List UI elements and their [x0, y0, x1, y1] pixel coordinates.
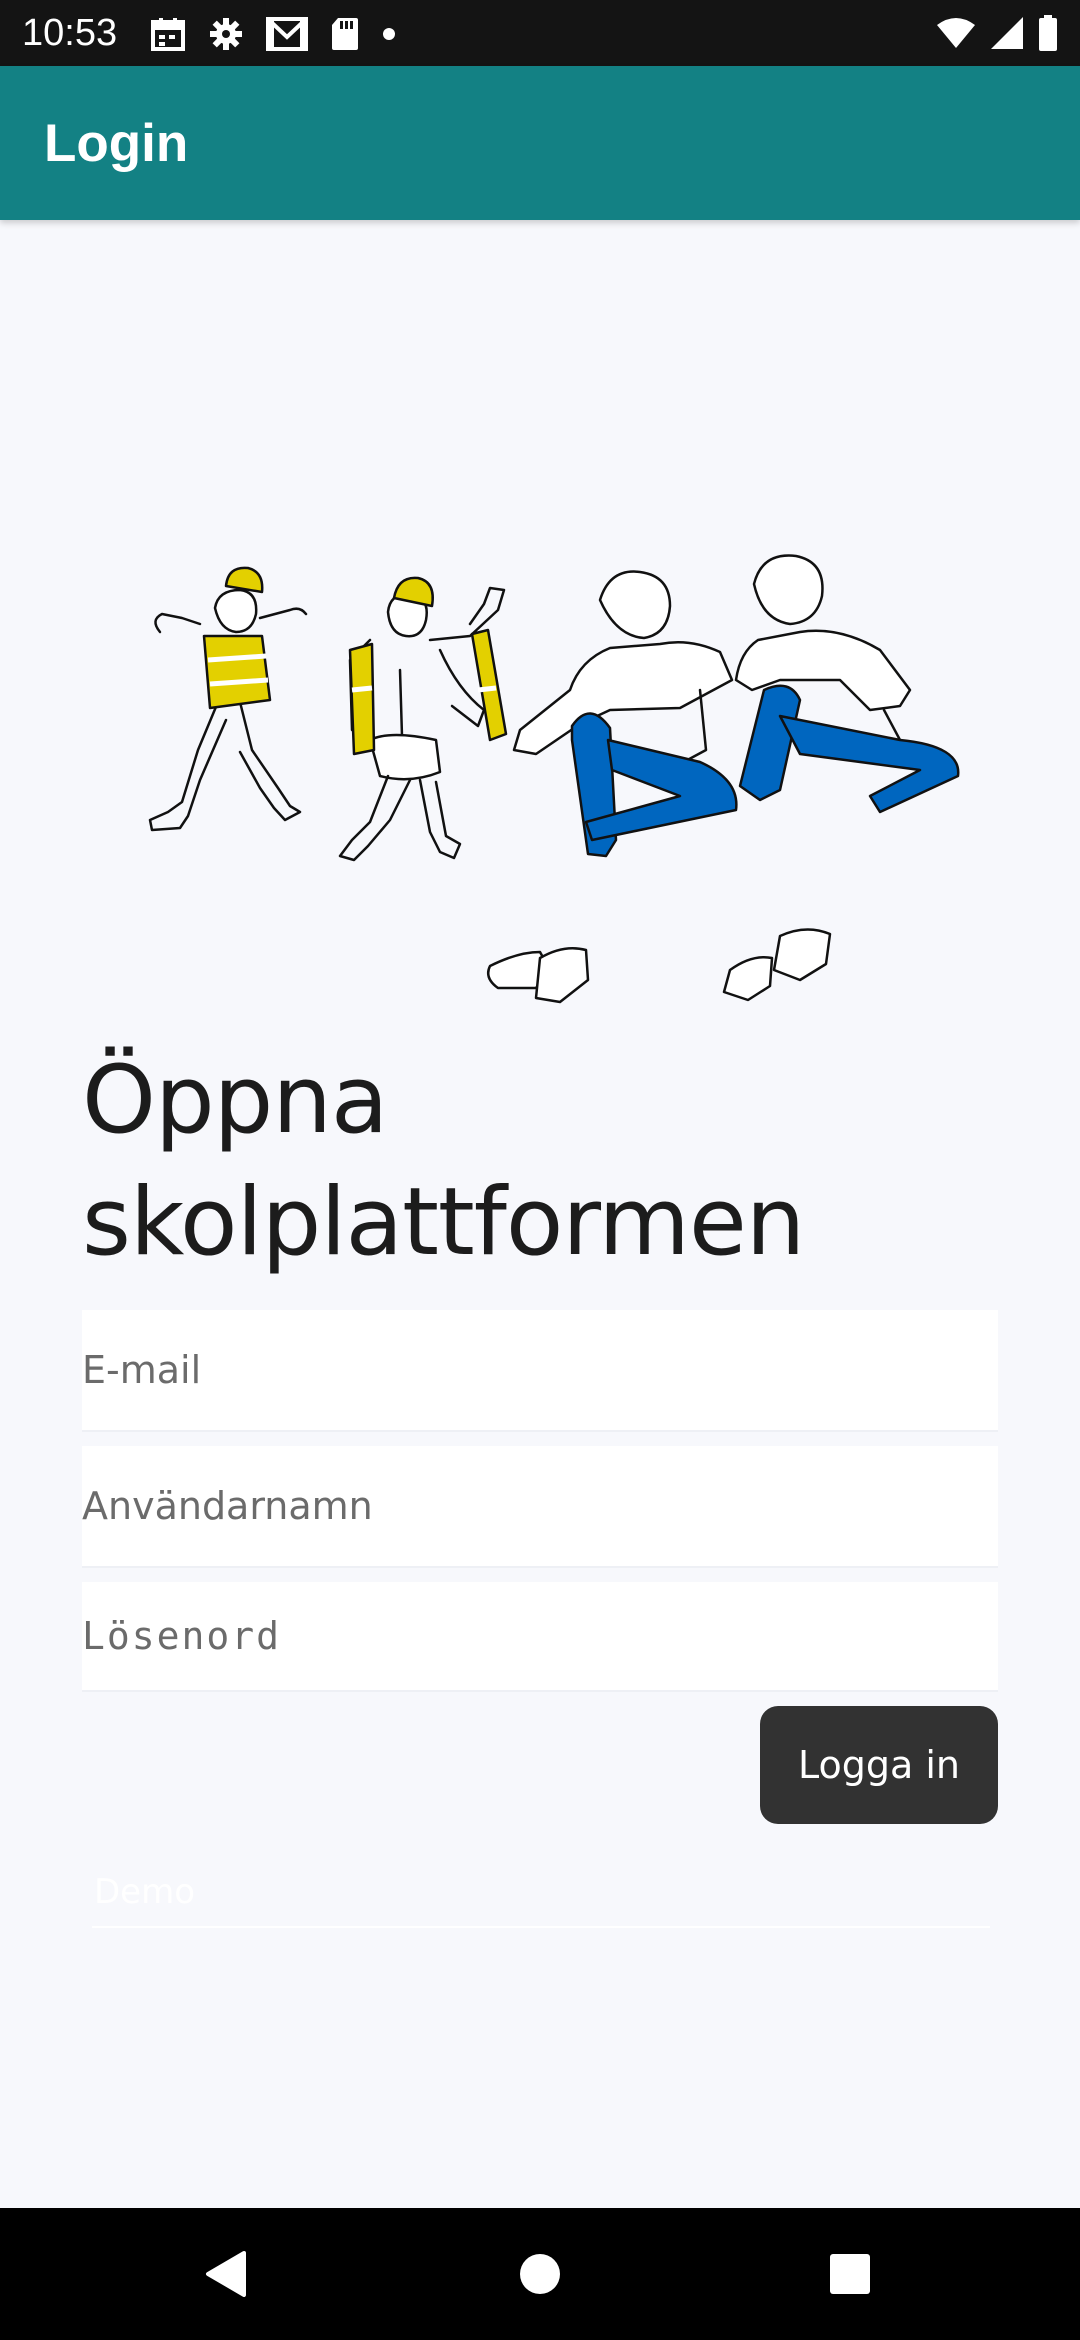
app-bar: Login — [0, 66, 1080, 220]
email-input[interactable] — [82, 1310, 998, 1430]
calendar-icon — [150, 16, 186, 52]
battery-icon — [1038, 15, 1058, 51]
home-icon — [518, 2252, 562, 2296]
status-time: 10:53 — [22, 12, 118, 54]
signal-icon — [990, 16, 1024, 50]
gear-icon — [208, 16, 244, 52]
password-input[interactable] — [82, 1582, 998, 1690]
username-input[interactable] — [82, 1446, 998, 1566]
back-button[interactable] — [166, 2208, 286, 2340]
gmail-icon — [266, 17, 308, 51]
username-field[interactable] — [82, 1446, 998, 1568]
page-heading: Öppna skolplattformen — [82, 1046, 805, 1277]
recents-button[interactable] — [790, 2208, 910, 2340]
home-button[interactable] — [480, 2208, 600, 2340]
back-icon — [204, 2251, 248, 2297]
hero-illustration — [140, 540, 970, 1010]
app-title: Login — [44, 114, 189, 173]
sd-card-icon — [330, 16, 360, 52]
notification-icons — [150, 14, 396, 54]
status-bar: 10:53 — [0, 0, 1080, 66]
recents-icon — [829, 2253, 871, 2295]
system-icons — [936, 12, 1058, 54]
navigation-bar — [0, 2208, 1080, 2340]
password-field[interactable] — [82, 1582, 998, 1692]
dot-icon — [382, 27, 396, 41]
demo-link[interactable]: Demo — [92, 1868, 990, 1928]
email-field[interactable] — [82, 1310, 998, 1432]
login-button[interactable]: Logga in — [760, 1706, 998, 1824]
wifi-icon — [936, 17, 976, 49]
demo-label: Demo — [94, 1872, 196, 1912]
children-illustration — [148, 554, 960, 1004]
